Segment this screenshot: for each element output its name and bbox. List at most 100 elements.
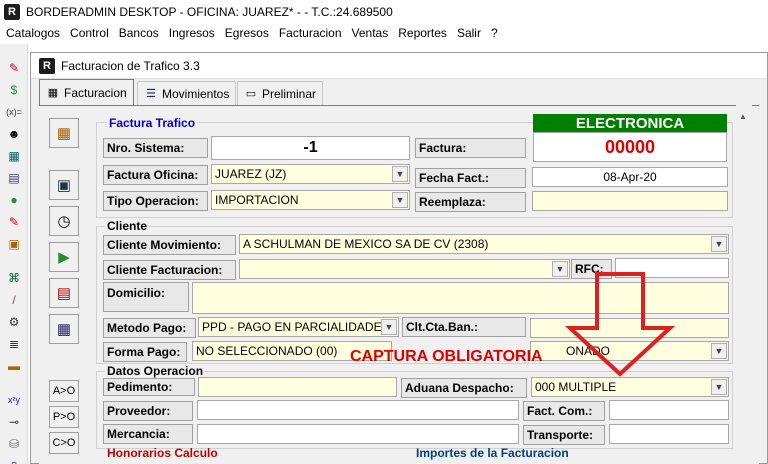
menu-bancos[interactable]: Bancos: [119, 26, 159, 40]
nro-sistema-field[interactable]: -1: [211, 136, 410, 160]
spreadsheet-button[interactable]: ▦: [49, 314, 79, 344]
database-icon[interactable]: ⛁: [4, 434, 24, 454]
tab-preliminar[interactable]: ▭ Preliminar: [237, 81, 324, 105]
chevron-down-icon[interactable]: ▼: [711, 379, 727, 395]
fact-com-label: Fact. Com.:: [523, 401, 605, 421]
transporte-field[interactable]: [609, 424, 729, 444]
document-money-icon[interactable]: ▤: [4, 168, 24, 188]
metodo-pago-select[interactable]: PPD - PAGO EN PARCIALIDADES ▼: [198, 317, 399, 337]
menu-ingresos[interactable]: Ingresos: [169, 26, 215, 40]
pen-icon[interactable]: /: [4, 290, 24, 310]
tipo-operacion-label: Tipo Operacion:: [103, 191, 208, 211]
p-to-o-button[interactable]: P>O: [49, 406, 79, 428]
tab-movimientos[interactable]: ☰ Movimientos: [137, 81, 237, 105]
xy-icon[interactable]: x²y: [4, 390, 24, 410]
menu-egresos[interactable]: Egresos: [225, 26, 269, 40]
coins-icon[interactable]: ●: [4, 190, 24, 210]
app-logo-icon: R: [4, 3, 20, 20]
calculator-icon[interactable]: ▦: [4, 146, 24, 166]
cliente-movimiento-select[interactable]: A SCHULMAN DE MEXICO SA DE CV (2308) ▼: [239, 234, 729, 254]
scroll-up-icon[interactable]: ▲: [739, 112, 747, 121]
child-logo-icon: R: [39, 57, 55, 74]
c-to-o-button[interactable]: C>O: [49, 432, 79, 454]
gear-icon[interactable]: ⚙: [4, 312, 24, 332]
key-icon[interactable]: ⊸: [4, 412, 24, 432]
page-icon[interactable]: ▯: [4, 456, 24, 464]
clt-cta-ban-label: Clt.Cta.Ban.:: [402, 317, 526, 337]
nro-sistema-label: Nro. Sistema:: [103, 138, 208, 158]
proveedor-field[interactable]: [197, 400, 519, 420]
save-button[interactable]: ▣: [49, 170, 79, 200]
tab-facturacion-label: Facturacion: [64, 85, 127, 100]
app-title: BORDERADMIN DESKTOP - OFICINA: JUAREZ* -…: [26, 4, 393, 19]
menu-ventas[interactable]: Ventas: [352, 26, 389, 40]
reemplaza-field[interactable]: [532, 191, 728, 211]
tipo-operacion-value: IMPORTACION: [215, 193, 299, 207]
fecha-fact-label: Fecha Fact.:: [415, 168, 526, 188]
person-icon[interactable]: ☻: [4, 124, 24, 144]
formula-icon[interactable]: (x)=: [4, 102, 24, 122]
factura-oficina-label: Factura Oficina:: [103, 165, 208, 185]
truck-icon[interactable]: ▬: [4, 356, 24, 376]
list-icon: ☰: [146, 88, 156, 100]
chevron-down-icon[interactable]: ▼: [392, 166, 408, 182]
section-cliente: Cliente: [105, 219, 150, 233]
menu-catalogos[interactable]: Catalogos: [6, 26, 60, 40]
factura-oficina-value: JUAREZ (JZ): [215, 167, 287, 181]
a-to-o-button[interactable]: A>O: [49, 380, 79, 402]
menu-salir[interactable]: Salir: [457, 26, 481, 40]
money-bag-icon[interactable]: $: [4, 80, 24, 100]
forma-pago-value: NO SELECCIONADO (00): [196, 344, 338, 358]
syringe-icon[interactable]: ✎: [4, 58, 24, 78]
tab-facturacion[interactable]: ▦ Facturacion: [39, 79, 134, 105]
network-icon[interactable]: ⌘: [4, 268, 24, 288]
new-invoice-button[interactable]: ▦: [49, 118, 79, 148]
child-title: Facturacion de Trafico 3.3: [61, 58, 200, 73]
grid-icon: ▦: [56, 125, 72, 142]
aduana-despacho-select[interactable]: 000 MULTIPLE ▼: [531, 377, 729, 397]
section-datos-operacion: Datos Operacion: [105, 364, 206, 378]
vertical-scrollbar[interactable]: ▲: [736, 104, 752, 464]
section-factura-trafico: Factura Trafico: [107, 116, 198, 130]
proveedor-label: Proveedor:: [103, 401, 193, 421]
chevron-down-icon[interactable]: ▼: [381, 319, 397, 335]
cliente-movimiento-label: Cliente Movimiento:: [103, 235, 236, 255]
pedimento-field[interactable]: [198, 377, 397, 397]
chevron-down-icon[interactable]: ▼: [711, 343, 727, 359]
report-icon[interactable]: ▣: [4, 234, 24, 254]
pdf-button[interactable]: ▤: [49, 278, 79, 308]
tool-icon[interactable]: ✎: [4, 212, 24, 232]
child-title-bar: R Facturacion de Trafico 3.3: [31, 53, 767, 79]
aduana-despacho-value: 000 MULTIPLE: [535, 380, 617, 394]
section-importes-facturacion: Importes de la Facturacion: [416, 446, 569, 460]
report-icon: ▤: [56, 285, 72, 302]
menu-help[interactable]: ?: [491, 26, 498, 40]
mercancia-label: Mercancia:: [103, 424, 193, 444]
fact-com-field[interactable]: [609, 400, 729, 420]
mercancia-field[interactable]: [197, 424, 519, 444]
tab-movimientos-label: Movimientos: [162, 86, 230, 101]
chevron-down-icon[interactable]: ▼: [392, 192, 408, 208]
run-button[interactable]: ▶: [49, 242, 79, 272]
menu-control[interactable]: Control: [70, 26, 109, 40]
menu-facturacion[interactable]: Facturacion: [279, 26, 342, 40]
section-honorarios-calculo: Honorarios Calculo: [107, 446, 218, 460]
pedimento-label: Pedimento:: [103, 378, 195, 396]
chevron-down-icon[interactable]: ▼: [711, 236, 727, 252]
forma-pago-label: Forma Pago:: [103, 342, 187, 362]
list-icon[interactable]: ≣: [4, 334, 24, 354]
red-arrow-annotation: [564, 272, 676, 377]
tab-preliminar-label: Preliminar: [262, 86, 317, 101]
factura-oficina-select[interactable]: JUAREZ (JZ) ▼: [211, 164, 410, 184]
floppy-icon: ▣: [56, 177, 72, 194]
menu-reportes[interactable]: Reportes: [398, 26, 447, 40]
tipo-operacion-select[interactable]: IMPORTACION ▼: [211, 190, 410, 210]
cliente-facturacion-select[interactable]: ▼: [239, 259, 570, 279]
play-icon: ▶: [58, 249, 70, 266]
aduana-despacho-label: Aduana Despacho:: [401, 378, 527, 398]
timer-button[interactable]: ◷: [49, 206, 79, 236]
spreadsheet-icon: ▦: [56, 321, 72, 338]
fecha-fact-field[interactable]: 08-Apr-20: [532, 167, 728, 187]
captura-obligatoria-annotation: CAPTURA OBLIGATORIA: [350, 348, 543, 365]
cliente-facturacion-label: Cliente Facturacion:: [103, 260, 236, 280]
